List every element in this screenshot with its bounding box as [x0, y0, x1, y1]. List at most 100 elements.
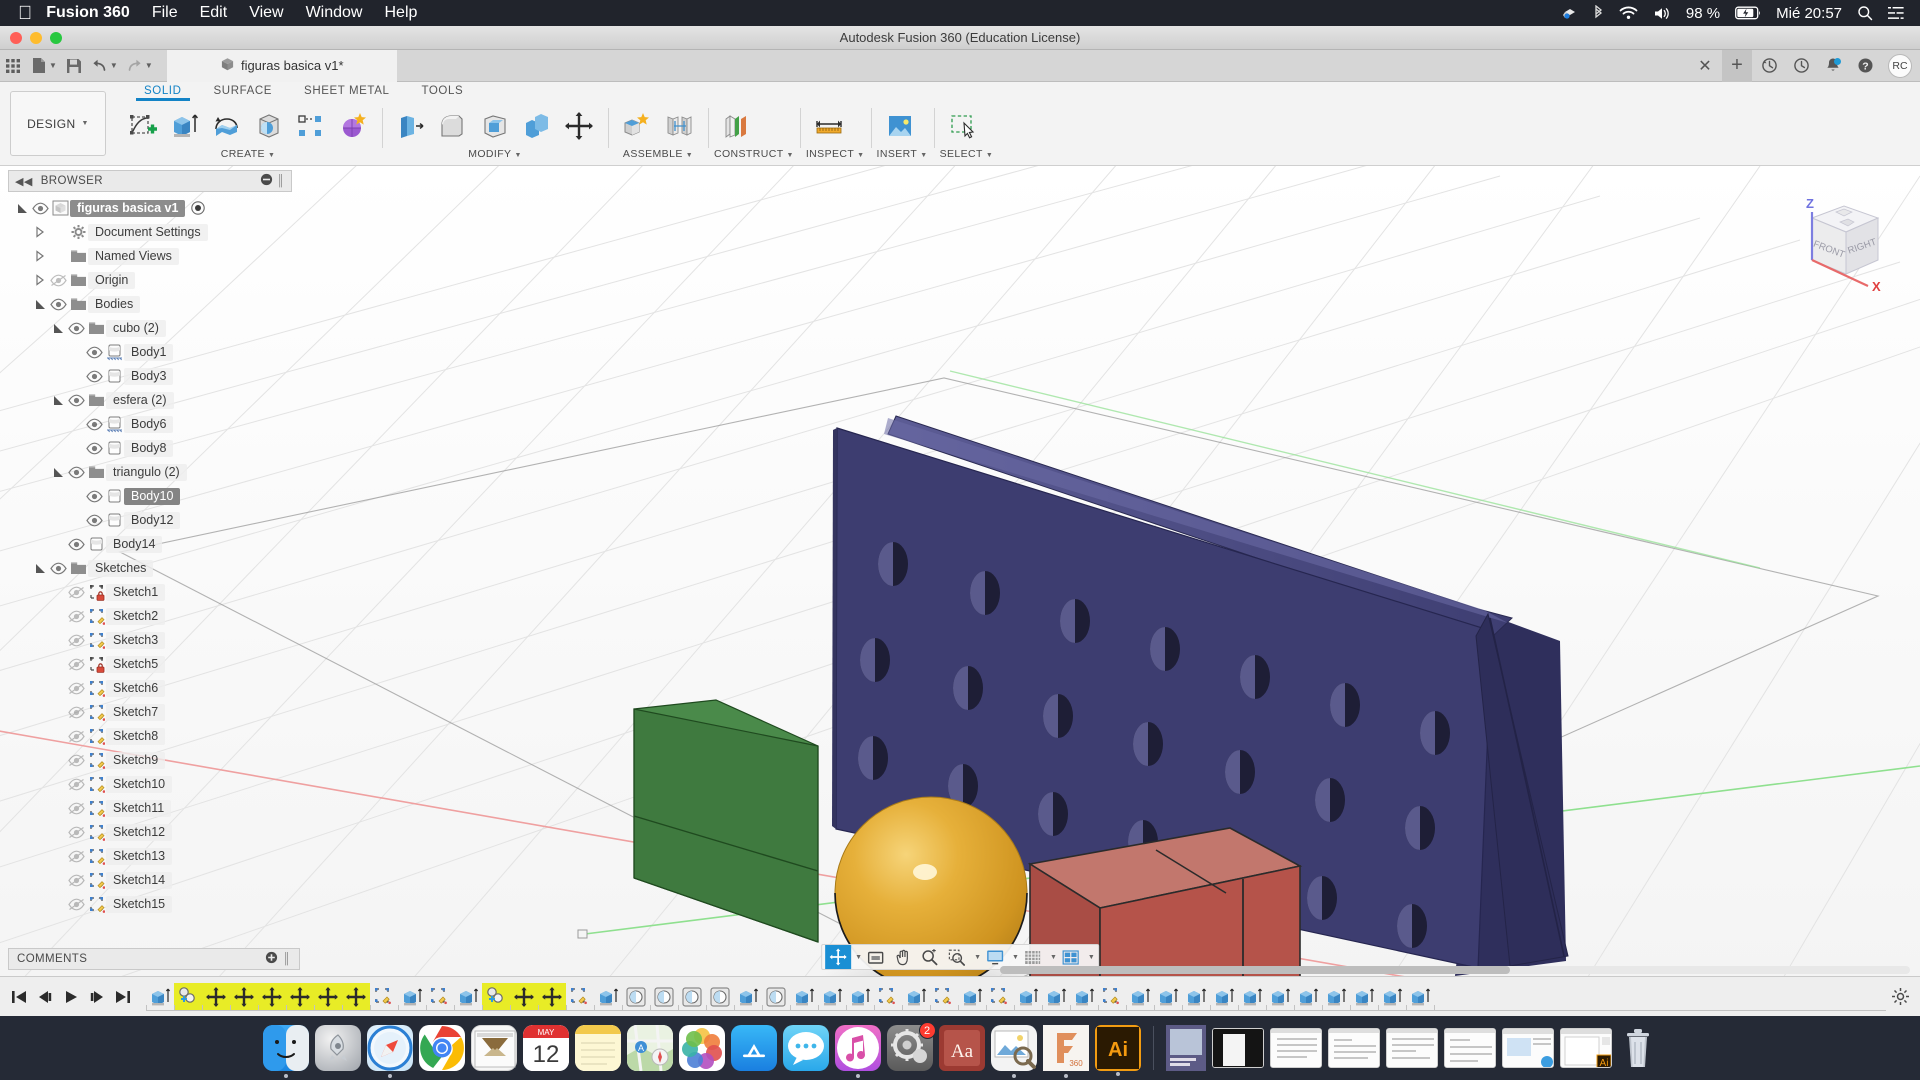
panel-inspect-label[interactable]: INSPECT▼	[806, 148, 865, 162]
extrude-icon[interactable]	[166, 106, 204, 146]
shell-icon[interactable]	[476, 106, 514, 146]
app-store-icon[interactable]	[731, 1025, 777, 1071]
insert-image-icon[interactable]	[881, 106, 919, 146]
offset-plane-icon[interactable]	[718, 106, 756, 146]
launchpad-icon[interactable]	[315, 1025, 361, 1071]
timeline-feature-sketch[interactable]	[370, 983, 398, 1011]
step-forward-icon[interactable]	[84, 984, 110, 1010]
help-icon[interactable]: ?	[1850, 50, 1880, 82]
photos-icon[interactable]	[679, 1025, 725, 1071]
minimized-window-doc-4[interactable]	[1444, 1028, 1496, 1068]
timeline-feature-extrude[interactable]	[1350, 983, 1378, 1011]
notes-icon[interactable]	[575, 1025, 621, 1071]
timeline-feature-revolve[interactable]	[762, 983, 790, 1011]
minimized-window-illustrator[interactable]: Ai	[1560, 1028, 1612, 1068]
comments-resize-handle[interactable]: ║	[283, 953, 291, 965]
pan-icon[interactable]	[890, 945, 916, 969]
dictionary-icon[interactable]: Aa	[939, 1025, 985, 1071]
redo-caret-icon[interactable]: ▼	[145, 61, 153, 70]
timeline-feature-extrude[interactable]	[1154, 983, 1182, 1011]
notifications-bell-icon[interactable]	[1818, 50, 1848, 82]
timeline-feature-extrude[interactable]	[1238, 983, 1266, 1011]
timeline-feature-sketch[interactable]	[1098, 983, 1126, 1011]
new-component-icon[interactable]	[618, 106, 656, 146]
skip-end-icon[interactable]	[110, 984, 136, 1010]
minimized-window-doc-3[interactable]	[1386, 1028, 1438, 1068]
create-sketch-icon[interactable]	[124, 106, 162, 146]
display-settings-caret-icon[interactable]: ▼	[1012, 954, 1019, 961]
preview-icon[interactable]	[991, 1025, 1037, 1071]
timeline-feature-extrude[interactable]	[1210, 983, 1238, 1011]
battery-charging-icon[interactable]	[1735, 6, 1761, 20]
combine-icon[interactable]	[518, 106, 556, 146]
spotlight-search-icon[interactable]	[1857, 5, 1873, 21]
timeline-feature-move[interactable]	[510, 983, 538, 1011]
workspace-switcher[interactable]: DESIGN ▼	[10, 91, 106, 156]
form-icon[interactable]	[334, 106, 372, 146]
dropbox-icon[interactable]	[1562, 5, 1578, 21]
timeline-feature-move-copy[interactable]	[482, 983, 510, 1011]
timeline-feature-revolve[interactable]	[622, 983, 650, 1011]
timeline-feature-move[interactable]	[342, 983, 370, 1011]
menu-window[interactable]: Window	[306, 4, 363, 22]
calendar-icon[interactable]: MAY 12	[523, 1025, 569, 1071]
look-at-icon[interactable]	[863, 945, 889, 969]
history-clock-icon[interactable]	[1786, 50, 1816, 82]
play-icon[interactable]	[58, 984, 84, 1010]
new-tab-button[interactable]: +	[1722, 50, 1752, 82]
new-file-caret-icon[interactable]: ▼	[49, 61, 57, 70]
system-preferences-icon[interactable]: 2	[887, 1025, 933, 1071]
fillet-icon[interactable]	[434, 106, 472, 146]
timeline-feature-extrude[interactable]	[1070, 983, 1098, 1011]
timeline-feature-sketch[interactable]	[426, 983, 454, 1011]
apple-logo-icon[interactable]: 	[18, 4, 32, 23]
tab-sheet-metal[interactable]: SHEET METAL	[288, 82, 405, 99]
mail-icon[interactable]	[471, 1025, 517, 1071]
step-back-icon[interactable]	[32, 984, 58, 1010]
document-tab[interactable]: figuras basica v1*	[167, 50, 397, 82]
menu-file[interactable]: File	[152, 4, 178, 22]
timeline-feature-sketch[interactable]	[986, 983, 1014, 1011]
panel-assemble-label[interactable]: ASSEMBLE▼	[614, 148, 702, 162]
orbit-caret-icon[interactable]: ▼	[855, 954, 862, 961]
tab-solid[interactable]: SOLID	[128, 82, 198, 99]
timeline-feature-extrude[interactable]	[846, 983, 874, 1011]
fit-caret-icon[interactable]: ▼	[974, 954, 981, 961]
comments-panel[interactable]: COMMENTS ║	[8, 948, 300, 970]
timeline-feature-move-copy[interactable]	[174, 983, 202, 1011]
menu-help[interactable]: Help	[384, 4, 417, 22]
undo-caret-icon[interactable]: ▼	[110, 61, 118, 70]
timeline-feature-sketch[interactable]	[874, 983, 902, 1011]
timeline-settings-icon[interactable]	[1886, 987, 1914, 1006]
bluetooth-icon[interactable]	[1593, 5, 1604, 21]
illustrator-icon[interactable]: Ai	[1095, 1025, 1141, 1071]
tab-tools[interactable]: TOOLS	[405, 82, 479, 99]
timeline-feature-extrude[interactable]	[818, 983, 846, 1011]
timeline-feature-extrude[interactable]	[1406, 983, 1434, 1011]
user-avatar[interactable]: RC	[1888, 54, 1912, 78]
menu-clock[interactable]: Mié 20:57	[1776, 5, 1842, 22]
timeline-feature-extrude[interactable]	[1266, 983, 1294, 1011]
view-cube[interactable]: FRONT RIGHT Z X	[1782, 188, 1892, 298]
timeline-feature-extrude[interactable]	[1378, 983, 1406, 1011]
wifi-icon[interactable]	[1619, 6, 1638, 20]
timeline-feature-revolve[interactable]	[678, 983, 706, 1011]
menu-view[interactable]: View	[249, 4, 283, 22]
panel-construct-label[interactable]: CONSTRUCT▼	[714, 148, 794, 162]
grid-snap-caret-icon[interactable]: ▼	[1050, 954, 1057, 961]
align-icon[interactable]	[560, 106, 598, 146]
finder-icon[interactable]	[263, 1025, 309, 1071]
panel-select-label[interactable]: SELECT▼	[940, 148, 994, 162]
joint-icon[interactable]	[660, 106, 698, 146]
minimized-window-doc-1[interactable]	[1270, 1028, 1322, 1068]
minimized-window-safari[interactable]	[1502, 1028, 1554, 1068]
timeline-feature-move[interactable]	[230, 983, 258, 1011]
minimized-window-dark[interactable]	[1212, 1028, 1264, 1068]
menu-edit[interactable]: Edit	[200, 4, 228, 22]
minimized-window-doc-2[interactable]	[1328, 1028, 1380, 1068]
timeline-feature-extrude[interactable]	[454, 983, 482, 1011]
timeline-feature-extrude[interactable]	[958, 983, 986, 1011]
timeline-feature-move[interactable]	[258, 983, 286, 1011]
timeline-feature-extrude[interactable]	[146, 983, 174, 1011]
close-tab-button[interactable]: ✕	[1690, 50, 1720, 82]
